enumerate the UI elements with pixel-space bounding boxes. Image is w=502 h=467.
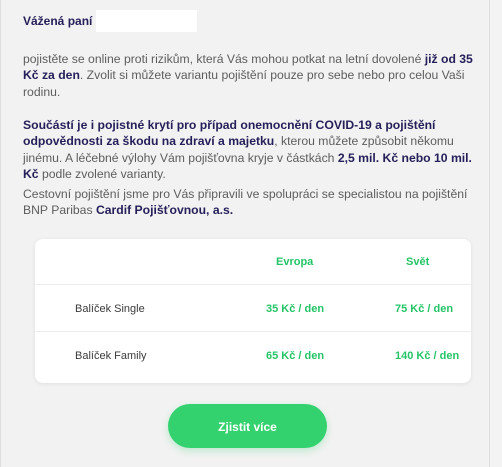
intro-text-2: . Zvolit si můžete variantu pojištění po… — [23, 68, 465, 99]
package-family-europe-price: 65 Kč / den — [266, 350, 325, 362]
package-family-label: Balíček Family — [75, 350, 147, 362]
coverage-text-2: podle zvolené varianty. — [38, 167, 166, 182]
partner-text: Cestovní pojištění jsme pro Vás připravi… — [23, 187, 468, 218]
table-row: Balíček Family 65 Kč / den 140 Kč / den — [35, 331, 471, 383]
package-family-world-price: 140 Kč / den — [395, 350, 460, 362]
recipient-name-placeholder — [96, 10, 197, 32]
coverage-paragraph: Součástí je i pojistné krytí pro případ … — [23, 117, 478, 183]
learn-more-button[interactable]: Zjistit více — [168, 404, 327, 448]
header-world: Svět — [406, 256, 430, 268]
intro-paragraph: pojistěte se online proti rizikům, která… — [23, 51, 478, 100]
pricing-table: Evropa Svět Balíček Single 35 Kč / den 7… — [35, 239, 471, 383]
package-single-world-price: 75 Kč / den — [395, 303, 454, 315]
table-row: Balíček Single 35 Kč / den 75 Kč / den — [35, 284, 471, 332]
greeting-heading: Vážená paní — [23, 14, 93, 28]
partner-name: Cardif Pojišťovnou, a.s. — [95, 203, 234, 218]
email-body: Vážená paní pojistěte se online proti ri… — [0, 0, 490, 467]
package-single-label: Balíček Single — [75, 303, 145, 315]
header-europe: Evropa — [276, 256, 314, 268]
package-single-europe-price: 35 Kč / den — [266, 303, 325, 315]
partner-paragraph: Cestovní pojištění jsme pro Vás připravi… — [23, 186, 478, 219]
intro-text-1: pojistěte se online proti rizikům, která… — [23, 52, 425, 66]
